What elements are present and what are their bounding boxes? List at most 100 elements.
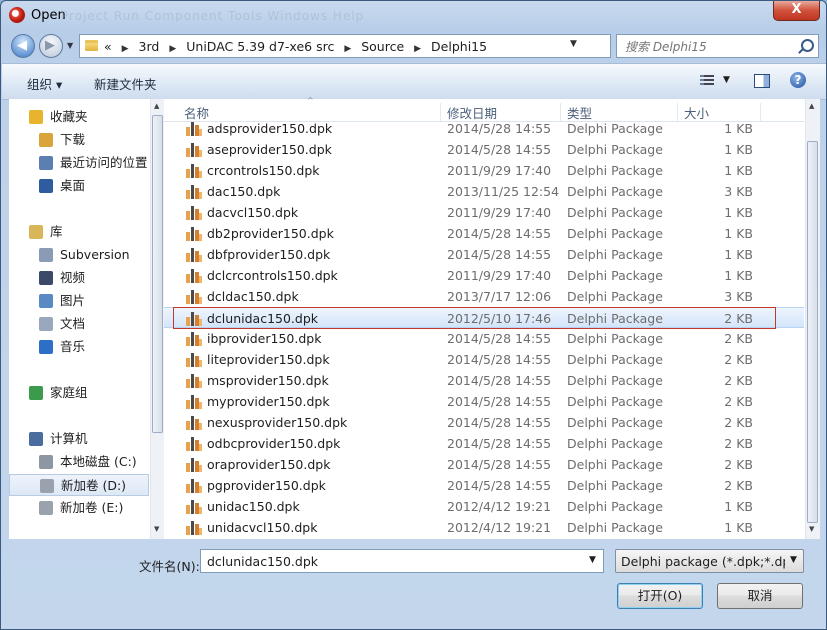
organize-button[interactable]: 组织 ▾	[27, 74, 62, 93]
scroll-thumb[interactable]	[152, 115, 163, 433]
file-row[interactable]: aseprovider150.dpk 2014/5/28 14:55 Delphi …	[164, 139, 804, 160]
documents-icon	[39, 317, 53, 331]
delphi-app-icon	[9, 7, 25, 23]
forward-button[interactable]: ▶	[39, 34, 63, 58]
file-modified: 2014/5/28 14:55	[447, 457, 552, 472]
file-type: Delphi Package	[567, 499, 663, 514]
nav-item[interactable]: 新加卷 (D:)	[9, 474, 149, 496]
nav-item[interactable]: 本地磁盘 (C:)	[9, 451, 149, 473]
scroll-down-icon[interactable]: ▼	[809, 525, 814, 533]
file-row[interactable]: myprovider150.dpk 2014/5/28 14:55 Delphi P…	[164, 391, 804, 412]
file-list-scrollbar[interactable]: ▲ ▼	[805, 99, 820, 539]
file-row[interactable]: dclcrcontrols150.dpk 2011/9/29 17:40 Delph…	[164, 265, 804, 286]
nav-item[interactable]: 库	[9, 221, 149, 243]
navigation-scrollbar[interactable]: ▲ ▼	[150, 99, 164, 539]
nav-item[interactable]: 桌面	[9, 175, 149, 197]
open-button[interactable]: 打开(O)	[617, 583, 703, 609]
file-row[interactable]: oraprovider150.dpk 2014/5/28 14:55 Delphi …	[164, 454, 804, 475]
file-row[interactable]: dclunidac150.dpk 2012/5/10 17:46 Delphi Pa…	[164, 307, 804, 328]
breadcrumb-item[interactable]: UniDAC 5.39 d7-xe6 src	[186, 39, 334, 54]
address-bar[interactable]: « ▶ 3rd ▶ UniDAC 5.39 d7-xe6 src ▶ Sourc…	[79, 34, 679, 58]
new-folder-button[interactable]: 新建文件夹	[94, 74, 157, 93]
title-bar[interactable]: Open Project Run Component Tools Windows…	[1, 1, 826, 31]
nav-item[interactable]: 家庭组	[9, 382, 149, 404]
nav-item[interactable]: 音乐	[9, 336, 149, 358]
file-name: liteprovider150.dpk	[207, 352, 330, 367]
file-size: 2 KB	[724, 457, 753, 472]
file-size: 1 KB	[724, 268, 753, 283]
file-name: crcontrols150.dpk	[207, 163, 320, 178]
view-options-dropdown-icon[interactable]: ▼	[723, 75, 730, 85]
close-button[interactable]: X	[773, 1, 820, 21]
preview-pane-icon[interactable]	[754, 74, 770, 88]
change-view-icon[interactable]	[700, 75, 714, 87]
scroll-thumb[interactable]	[807, 141, 818, 523]
file-row[interactable]: liteprovider150.dpk 2014/5/28 14:55 Delphi…	[164, 349, 804, 370]
file-row[interactable]: pgprovider150.dpk 2014/5/28 14:55 Delphi P…	[164, 475, 804, 496]
file-modified: 2014/5/28 14:55	[447, 478, 552, 493]
filename-history-dropdown-icon[interactable]: ▼	[589, 555, 596, 565]
search-input[interactable]	[623, 37, 797, 57]
file-row[interactable]: ibprovider150.dpk 2014/5/28 14:55 Delphi P…	[164, 328, 804, 349]
filename-value[interactable]: dclunidac150.dpk	[207, 554, 318, 569]
file-row[interactable]: nexusprovider150.dpk 2014/5/28 14:55 Delph…	[164, 412, 804, 433]
file-row[interactable]: dacvcl150.dpk 2011/9/29 17:40 Delphi Packa…	[164, 202, 804, 223]
nav-item[interactable]: 最近访问的位置	[9, 152, 149, 174]
file-row[interactable]: dac150.dpk 2013/11/25 12:54 Delphi Package…	[164, 181, 804, 202]
back-button[interactable]: ◀	[11, 34, 35, 58]
file-type: Delphi Package	[567, 311, 663, 326]
file-row[interactable]: msprovider150.dpk 2014/5/28 14:55 Delphi P…	[164, 370, 804, 391]
file-row[interactable]: db2provider150.dpk 2014/5/28 14:55 Delphi …	[164, 223, 804, 244]
nav-item[interactable]: Subversion	[9, 244, 149, 266]
file-size: 2 KB	[724, 415, 753, 430]
computer-icon	[29, 432, 43, 446]
system-drive-icon	[39, 455, 53, 469]
file-row[interactable]: unidacvcl150.dpk 2012/4/12 19:21 Delphi Pa…	[164, 517, 804, 538]
scroll-down-icon[interactable]: ▼	[154, 525, 159, 533]
nav-item[interactable]: 计算机	[9, 428, 149, 450]
file-row[interactable]: unidac150.dpk 2012/4/12 19:21 Delphi Packa…	[164, 496, 804, 517]
breadcrumb-separator-icon[interactable]: ▶	[344, 44, 351, 54]
file-size: 3 KB	[724, 289, 753, 304]
address-history-dropdown-icon[interactable]: ▼	[570, 39, 577, 49]
recent-locations-dropdown[interactable]: ▼	[67, 41, 73, 50]
desktop-icon	[39, 179, 53, 193]
cancel-button[interactable]: 取消	[717, 583, 803, 609]
help-icon[interactable]: ?	[790, 72, 806, 88]
breadcrumb-separator-icon[interactable]: ▶	[414, 44, 421, 54]
file-type-value[interactable]: Delphi package (*.dpk;*.dpk	[621, 554, 785, 569]
breadcrumb-item[interactable]: Source	[361, 39, 404, 54]
file-name: dacvcl150.dpk	[207, 205, 299, 220]
file-size: 1 KB	[724, 226, 753, 241]
file-name: aseprovider150.dpk	[207, 142, 332, 157]
file-type-select[interactable]: Delphi package (*.dpk;*.dpk ▼	[615, 549, 804, 573]
breadcrumb-item[interactable]: 3rd	[139, 39, 160, 54]
nav-item[interactable]: 图片	[9, 290, 149, 312]
nav-item-label: 图片	[60, 293, 86, 308]
file-size: 2 KB	[724, 373, 753, 388]
filename-field[interactable]: dclunidac150.dpk ▼	[200, 549, 604, 573]
delphi-package-icon	[186, 226, 202, 241]
nav-item-label: 桌面	[60, 178, 86, 193]
nav-item[interactable]: 收藏夹	[9, 106, 149, 128]
search-box[interactable]	[616, 34, 819, 58]
file-row[interactable]: dbfprovider150.dpk 2014/5/28 14:55 Delphi …	[164, 244, 804, 265]
file-row[interactable]: crcontrols150.dpk 2011/9/29 17:40 Delphi P…	[164, 160, 804, 181]
nav-item[interactable]: 文档	[9, 313, 149, 335]
file-row[interactable]: odbcprovider150.dpk 2014/5/28 14:55 Delphi…	[164, 433, 804, 454]
nav-item[interactable]: 下载	[9, 129, 149, 151]
file-row[interactable]: dcldac150.dpk 2013/7/17 12:06 Delphi Packa…	[164, 286, 804, 307]
breadcrumb-item[interactable]: Delphi15	[431, 39, 487, 54]
breadcrumb-separator-icon[interactable]: ▶	[122, 44, 129, 54]
file-type-dropdown-icon[interactable]: ▼	[790, 555, 797, 565]
breadcrumb-overflow[interactable]: «	[104, 39, 112, 54]
nav-item[interactable]: 新加卷 (E:)	[9, 497, 149, 519]
delphi-package-icon	[186, 520, 202, 535]
scroll-up-icon[interactable]: ▲	[809, 102, 814, 110]
filename-label: 文件名(N):	[139, 559, 200, 574]
breadcrumb-separator-icon[interactable]: ▶	[169, 44, 176, 54]
nav-item[interactable]: 视频	[9, 267, 149, 289]
file-row[interactable]: adsprovider150.dpk 2014/5/28 14:55 Delphi …	[164, 118, 804, 139]
search-icon[interactable]	[801, 39, 814, 52]
scroll-up-icon[interactable]: ▲	[154, 102, 159, 110]
